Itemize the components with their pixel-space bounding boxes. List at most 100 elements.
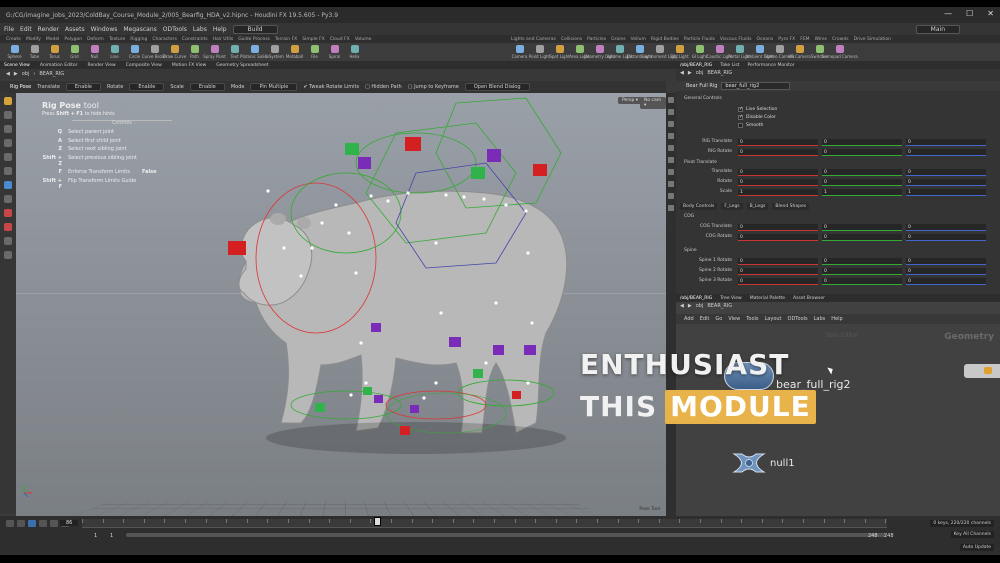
shelf-tool-torus[interactable]: Torus xyxy=(46,45,63,59)
tweak-rotate-limits-toggle[interactable]: ✔ Tweak Rotate Limits xyxy=(303,84,359,90)
play-icon[interactable] xyxy=(39,520,47,527)
shelf-tool-draw-curve[interactable]: Draw Curve xyxy=(163,45,186,59)
menu-assets[interactable]: Assets xyxy=(65,26,85,33)
shelf-tool-vr-camera[interactable]: VR Camera xyxy=(788,45,811,59)
param-field[interactable]: 0 xyxy=(738,268,818,275)
network-menu-layout[interactable]: Layout xyxy=(765,316,782,322)
view-tool-icon[interactable] xyxy=(4,111,12,119)
shelf-tab-fem[interactable]: FEM xyxy=(800,37,809,42)
network-path-node[interactable]: BEAR_RIG xyxy=(707,303,732,309)
translate-select[interactable]: Enable xyxy=(65,83,101,91)
normals-icon[interactable] xyxy=(668,169,674,175)
forward-arrow-icon[interactable]: ▶ xyxy=(688,70,692,76)
range-end-field[interactable]: 248 xyxy=(868,533,878,539)
shelf-tool-spot-light[interactable]: Spot Light xyxy=(549,45,570,59)
param-field[interactable]: 0 xyxy=(906,169,986,176)
shelf-tab-particles[interactable]: Particles xyxy=(587,37,606,42)
network-menu-labs[interactable]: Labs xyxy=(814,316,826,322)
rotate-tool-icon[interactable] xyxy=(4,139,12,147)
shelf-tool-sky-light[interactable]: Sky Light xyxy=(670,45,689,59)
shelf-tab-model[interactable]: Model xyxy=(46,37,60,42)
scale-select[interactable]: Enable xyxy=(189,83,225,91)
param-field[interactable]: 0 xyxy=(738,149,818,156)
param-field[interactable]: 0 xyxy=(822,224,902,231)
pose-tool-icon[interactable] xyxy=(4,181,12,189)
param-field[interactable]: 0 xyxy=(906,224,986,231)
menu-windows[interactable]: Windows xyxy=(91,26,118,33)
shelf-tool-spray-paint[interactable]: Spray Paint xyxy=(203,45,226,59)
shelf-tool-stereo-camera[interactable]: Stereo Camera xyxy=(765,45,795,59)
shelf-tool-sphere[interactable]: Sphere xyxy=(6,45,23,59)
param-field[interactable]: 0 xyxy=(738,169,818,176)
tab-animation-editor[interactable]: Animation Editor xyxy=(40,63,78,68)
camera-menu[interactable]: No cam ▾ xyxy=(640,97,666,109)
param-field[interactable]: 0 xyxy=(906,139,986,146)
close-button[interactable]: ✕ xyxy=(987,9,994,18)
param-field[interactable]: 0 xyxy=(738,278,818,285)
shelf-tab-rigging[interactable]: Rigging xyxy=(130,37,147,42)
handle-tool-icon[interactable] xyxy=(4,167,12,175)
back-arrow-icon[interactable]: ◀ xyxy=(680,70,684,76)
shelf-tab-lights-and-cameras[interactable]: Lights and Cameras xyxy=(511,37,556,42)
param-field[interactable]: 0 xyxy=(822,258,902,265)
jump-to-keyframe-toggle[interactable]: ▢ Jump to Keyframe xyxy=(408,84,459,90)
param-field[interactable]: 0 xyxy=(738,139,818,146)
shelf-tool-helix[interactable]: Helix xyxy=(346,45,363,59)
null-node[interactable] xyxy=(732,452,766,474)
build-desktop-select[interactable]: Build xyxy=(232,24,278,34)
shelf-tool-geometry-light[interactable]: Geometry Light xyxy=(584,45,615,59)
param-field[interactable]: 0 xyxy=(906,179,986,186)
wireframe-icon[interactable] xyxy=(668,121,674,127)
shelf-tool-gamepad-camera[interactable]: Gamepad Camera xyxy=(821,45,858,59)
path-root[interactable]: obj xyxy=(22,71,30,77)
scene-viewport[interactable]: Rig Pose tool Press Shift + F1 to hide h… xyxy=(16,93,666,516)
snap-grid-icon[interactable] xyxy=(668,205,674,211)
shelf-tab-pyro-fx[interactable]: Pyro FX xyxy=(778,37,795,42)
scale-tool-icon[interactable] xyxy=(4,153,12,161)
param-field[interactable]: 0 xyxy=(822,139,902,146)
param-field[interactable]: 0 xyxy=(822,169,902,176)
param-field[interactable]: 0 xyxy=(822,179,902,186)
auto-update-menu[interactable]: Auto Update xyxy=(959,544,994,551)
param-field[interactable]: 0 xyxy=(738,234,818,241)
snap-icon[interactable] xyxy=(4,209,12,217)
offscreen-geometry-node[interactable] xyxy=(964,364,1000,378)
network-menu-odtools[interactable]: ODTools xyxy=(788,316,808,322)
tab-material-palette[interactable]: Material Palette xyxy=(750,296,785,301)
playhead[interactable] xyxy=(374,517,381,526)
param-field[interactable]: 0 xyxy=(906,268,986,275)
network-menu-tools[interactable]: Tools xyxy=(746,316,758,322)
param-field[interactable]: 1 xyxy=(906,189,986,196)
network-menu-edit[interactable]: Edit xyxy=(700,316,710,322)
param-field[interactable]: 0 xyxy=(906,278,986,285)
magnet-icon[interactable] xyxy=(4,223,12,231)
shelf-tool-camera[interactable]: Camera xyxy=(511,45,528,59)
param-field[interactable]: 0 xyxy=(822,278,902,285)
live-selection-toggle[interactable]: ✓ Live Selection xyxy=(738,107,777,112)
shelf-tab-vellum[interactable]: Vellum xyxy=(631,37,646,42)
range-slider[interactable] xyxy=(126,533,886,537)
path-node[interactable]: BEAR_RIG xyxy=(39,71,64,77)
shelf-tab-deform[interactable]: Deform xyxy=(87,37,104,42)
display-options-icon[interactable] xyxy=(668,97,674,103)
network-menu-go[interactable]: Go xyxy=(715,316,722,322)
shadow-icon[interactable] xyxy=(668,145,674,151)
tab-tree-view[interactable]: Tree View xyxy=(720,296,742,301)
param-field[interactable]: 0 xyxy=(906,234,986,241)
shelf-tab-particle-fluids[interactable]: Particle Fluids xyxy=(684,37,715,42)
timeline-ruler[interactable] xyxy=(82,519,887,528)
shelf-tool-metaball[interactable]: Metaball xyxy=(286,45,303,59)
menu-edit[interactable]: Edit xyxy=(20,26,32,33)
tab-geometry-spreadsheet[interactable]: Geometry Spreadsheet xyxy=(216,63,268,68)
grid-icon[interactable] xyxy=(668,193,674,199)
shelf-tab-terrain-fx[interactable]: Terrain FX xyxy=(275,37,297,42)
tab-scene-view[interactable]: Scene View xyxy=(4,63,30,68)
shelf-tab-simple-fx[interactable]: Simple FX xyxy=(302,37,324,42)
param-field[interactable]: 0 xyxy=(738,179,818,186)
range-start-field[interactable]: 1 xyxy=(110,533,113,539)
shading-icon[interactable] xyxy=(668,109,674,115)
menu-help[interactable]: Help xyxy=(213,26,227,33)
shelf-tool-grid[interactable]: Grid xyxy=(66,45,83,59)
select-tool-icon[interactable] xyxy=(4,97,12,105)
param-field[interactable]: 0 xyxy=(906,149,986,156)
